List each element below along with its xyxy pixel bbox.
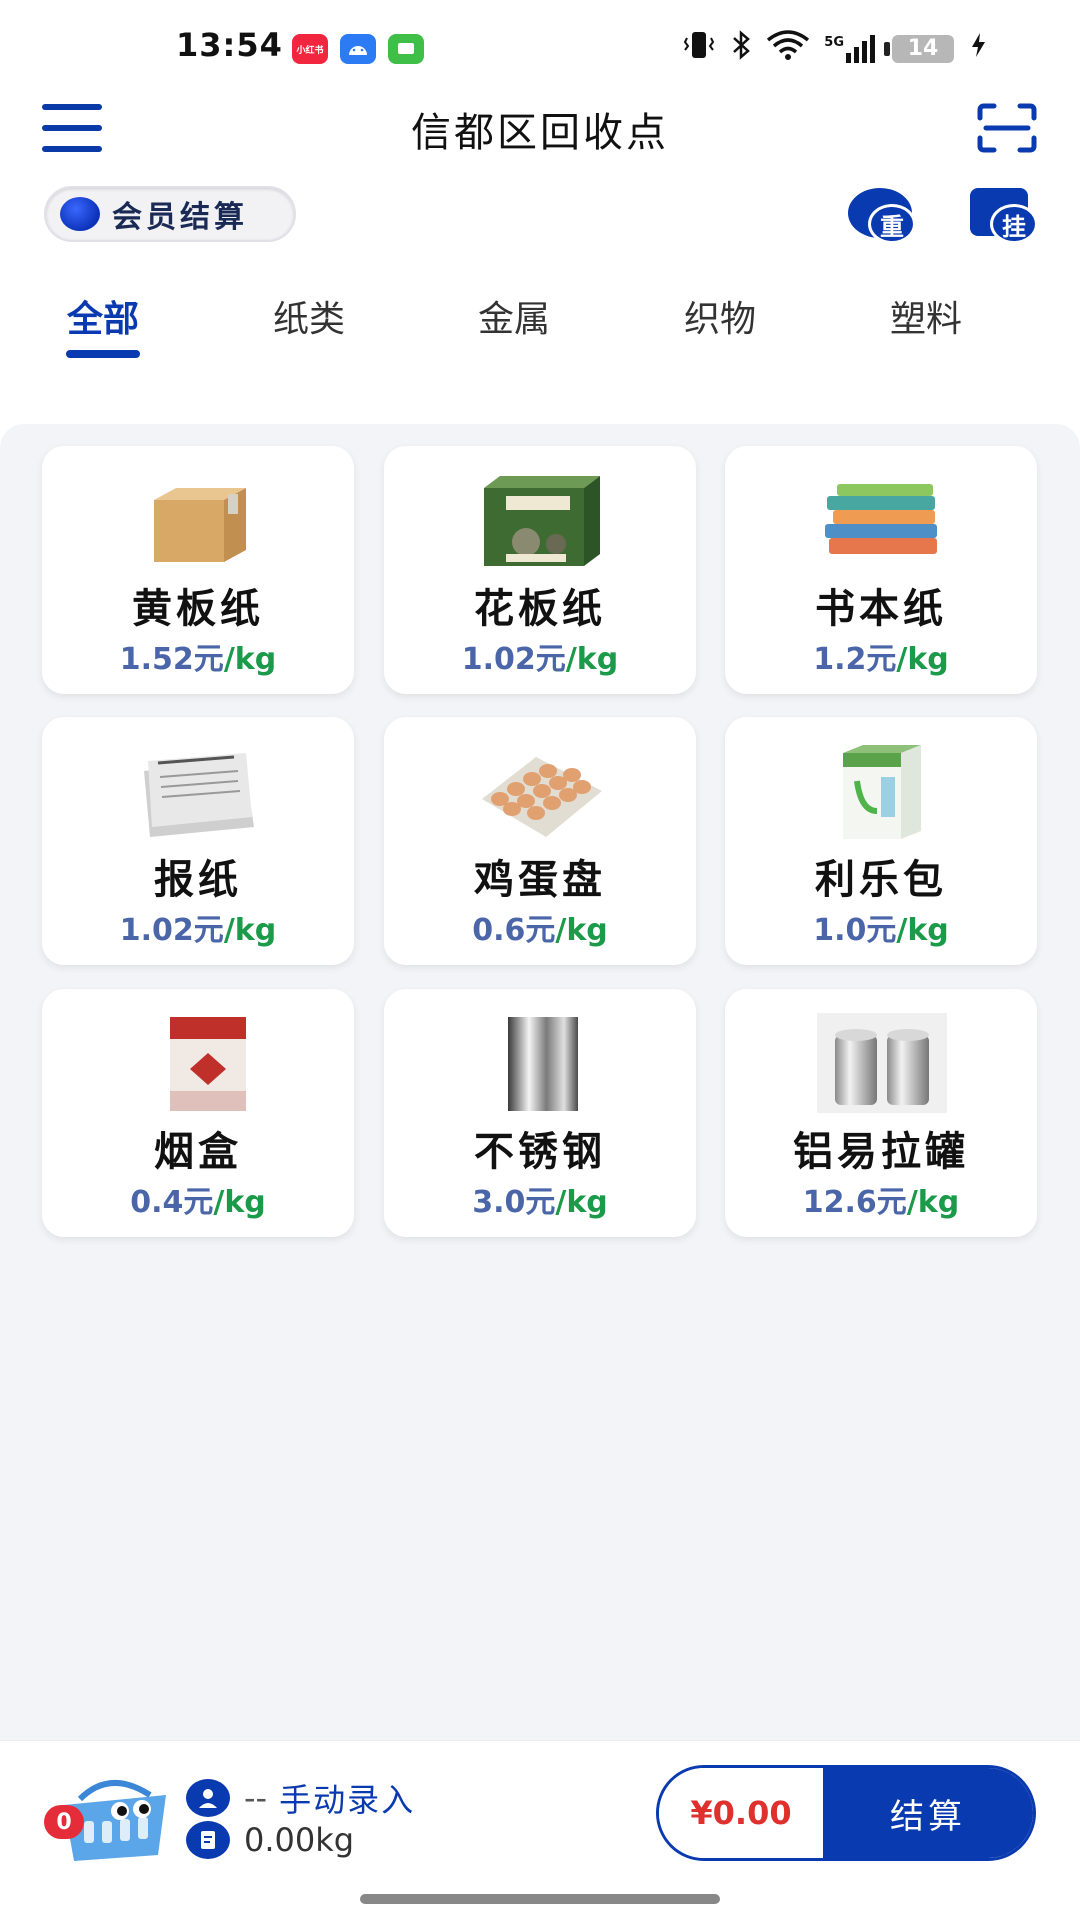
android-icon xyxy=(340,34,376,64)
product-card[interactable]: 利乐包 1.0元/kg xyxy=(725,717,1037,965)
hold-order-button[interactable]: 挂 xyxy=(970,188,1038,244)
charging-icon xyxy=(968,31,988,66)
tab-fabric[interactable]: 织物 xyxy=(640,290,800,342)
message-icon xyxy=(388,34,424,64)
user-icon xyxy=(186,1779,230,1817)
hold-order-label: 挂 xyxy=(990,204,1038,244)
product-price: 0.6元/kg xyxy=(472,913,608,948)
member-settlement-toggle[interactable]: 会员结算 xyxy=(44,186,296,242)
reweigh-label: 重 xyxy=(868,204,916,244)
scan-icon[interactable] xyxy=(976,102,1038,154)
product-name: 不锈钢 xyxy=(474,1129,606,1175)
product-price: 1.02元/kg xyxy=(119,913,277,948)
newspaper-icon xyxy=(134,741,264,841)
tab-paper[interactable]: 纸类 xyxy=(229,290,389,342)
product-price: 1.02元/kg xyxy=(461,642,619,677)
vibrate-icon xyxy=(682,30,716,67)
checkout-group: ¥0.00 结算 xyxy=(656,1765,1036,1861)
cardboard-box-icon xyxy=(134,470,264,570)
total-weight: 0.00kg xyxy=(244,1821,355,1859)
product-card[interactable]: 花板纸 1.02元/kg xyxy=(384,446,696,694)
bluetooth-icon xyxy=(730,30,752,67)
active-tab-indicator xyxy=(66,350,140,358)
product-name: 铝易拉罐 xyxy=(793,1129,969,1175)
milk-carton-icon xyxy=(817,741,947,841)
product-name: 烟盒 xyxy=(154,1129,242,1175)
product-price: 1.52元/kg xyxy=(119,642,277,677)
cigarette-box-icon xyxy=(134,1013,264,1113)
egg-tray-icon xyxy=(476,741,606,841)
customer-name: -- xyxy=(244,1779,268,1817)
product-price: 1.2元/kg xyxy=(813,642,949,677)
tab-plastic[interactable]: 塑料 xyxy=(846,290,1006,342)
reweigh-button[interactable]: 重 xyxy=(848,188,916,244)
page-title: 信都区回收点 xyxy=(411,110,669,156)
product-name: 书本纸 xyxy=(815,586,947,632)
home-indicator[interactable] xyxy=(360,1894,720,1904)
product-grid: 黄板纸 1.52元/kg 花板纸 1.02元/kg 书本纸 1.2元/kg 报纸… xyxy=(0,424,1080,1740)
app-header: 信都区回收点 xyxy=(0,96,1080,186)
cans-icon xyxy=(817,1013,947,1113)
wifi-icon xyxy=(766,30,810,67)
tab-metal[interactable]: 金属 xyxy=(434,290,594,342)
signal-5g-icon: 5G xyxy=(824,34,878,63)
category-tabs: 全部 纸类 金属 织物 塑料 xyxy=(0,280,1080,360)
product-card[interactable]: 烟盒 0.4元/kg xyxy=(42,989,354,1237)
product-price: 0.4元/kg xyxy=(130,1185,266,1220)
product-name: 花板纸 xyxy=(474,586,606,632)
product-price: 12.6元/kg xyxy=(802,1185,960,1220)
checkout-button[interactable]: 结算 xyxy=(823,1768,1033,1858)
product-card[interactable]: 书本纸 1.2元/kg xyxy=(725,446,1037,694)
books-icon xyxy=(817,470,947,570)
product-card[interactable]: 鸡蛋盘 0.6元/kg xyxy=(384,717,696,965)
printed-box-icon xyxy=(476,470,606,570)
product-name: 鸡蛋盘 xyxy=(474,857,606,903)
manual-entry-link[interactable]: 手动录入 xyxy=(279,1775,415,1821)
product-price: 1.0元/kg xyxy=(813,913,949,948)
document-icon xyxy=(186,1821,230,1859)
product-card[interactable]: 铝易拉罐 12.6元/kg xyxy=(725,989,1037,1237)
battery-indicator: 14 xyxy=(884,34,954,63)
member-settlement-label: 会员结算 xyxy=(112,200,248,235)
cart-count-badge: 0 xyxy=(44,1805,84,1839)
cart-basket-button[interactable]: 0 xyxy=(40,1765,176,1865)
product-card[interactable]: 报纸 1.02元/kg xyxy=(42,717,354,965)
cart-bar: 0 -- 手动录入 0.00kg ¥0.00 结算 xyxy=(0,1740,1080,1920)
product-name: 黄板纸 xyxy=(132,586,264,632)
xiaohongshu-app-icon: 小红书 xyxy=(292,34,328,64)
status-bar: 13:54 小红书 5G 14 xyxy=(0,0,1080,96)
product-name: 利乐包 xyxy=(815,857,947,903)
customer-row: -- 手动录入 xyxy=(186,1775,415,1821)
product-name: 报纸 xyxy=(154,857,242,903)
product-price: 3.0元/kg xyxy=(472,1185,608,1220)
weight-row: 0.00kg xyxy=(186,1821,354,1859)
tab-all[interactable]: 全部 xyxy=(23,290,183,342)
toggle-knob xyxy=(60,197,100,231)
total-amount: ¥0.00 xyxy=(659,1768,823,1858)
steel-bar-icon xyxy=(476,1013,606,1113)
status-icons: 5G 14 xyxy=(682,30,988,67)
status-time: 13:54 xyxy=(176,26,283,64)
product-card[interactable]: 黄板纸 1.52元/kg xyxy=(42,446,354,694)
product-card[interactable]: 不锈钢 3.0元/kg xyxy=(384,989,696,1237)
